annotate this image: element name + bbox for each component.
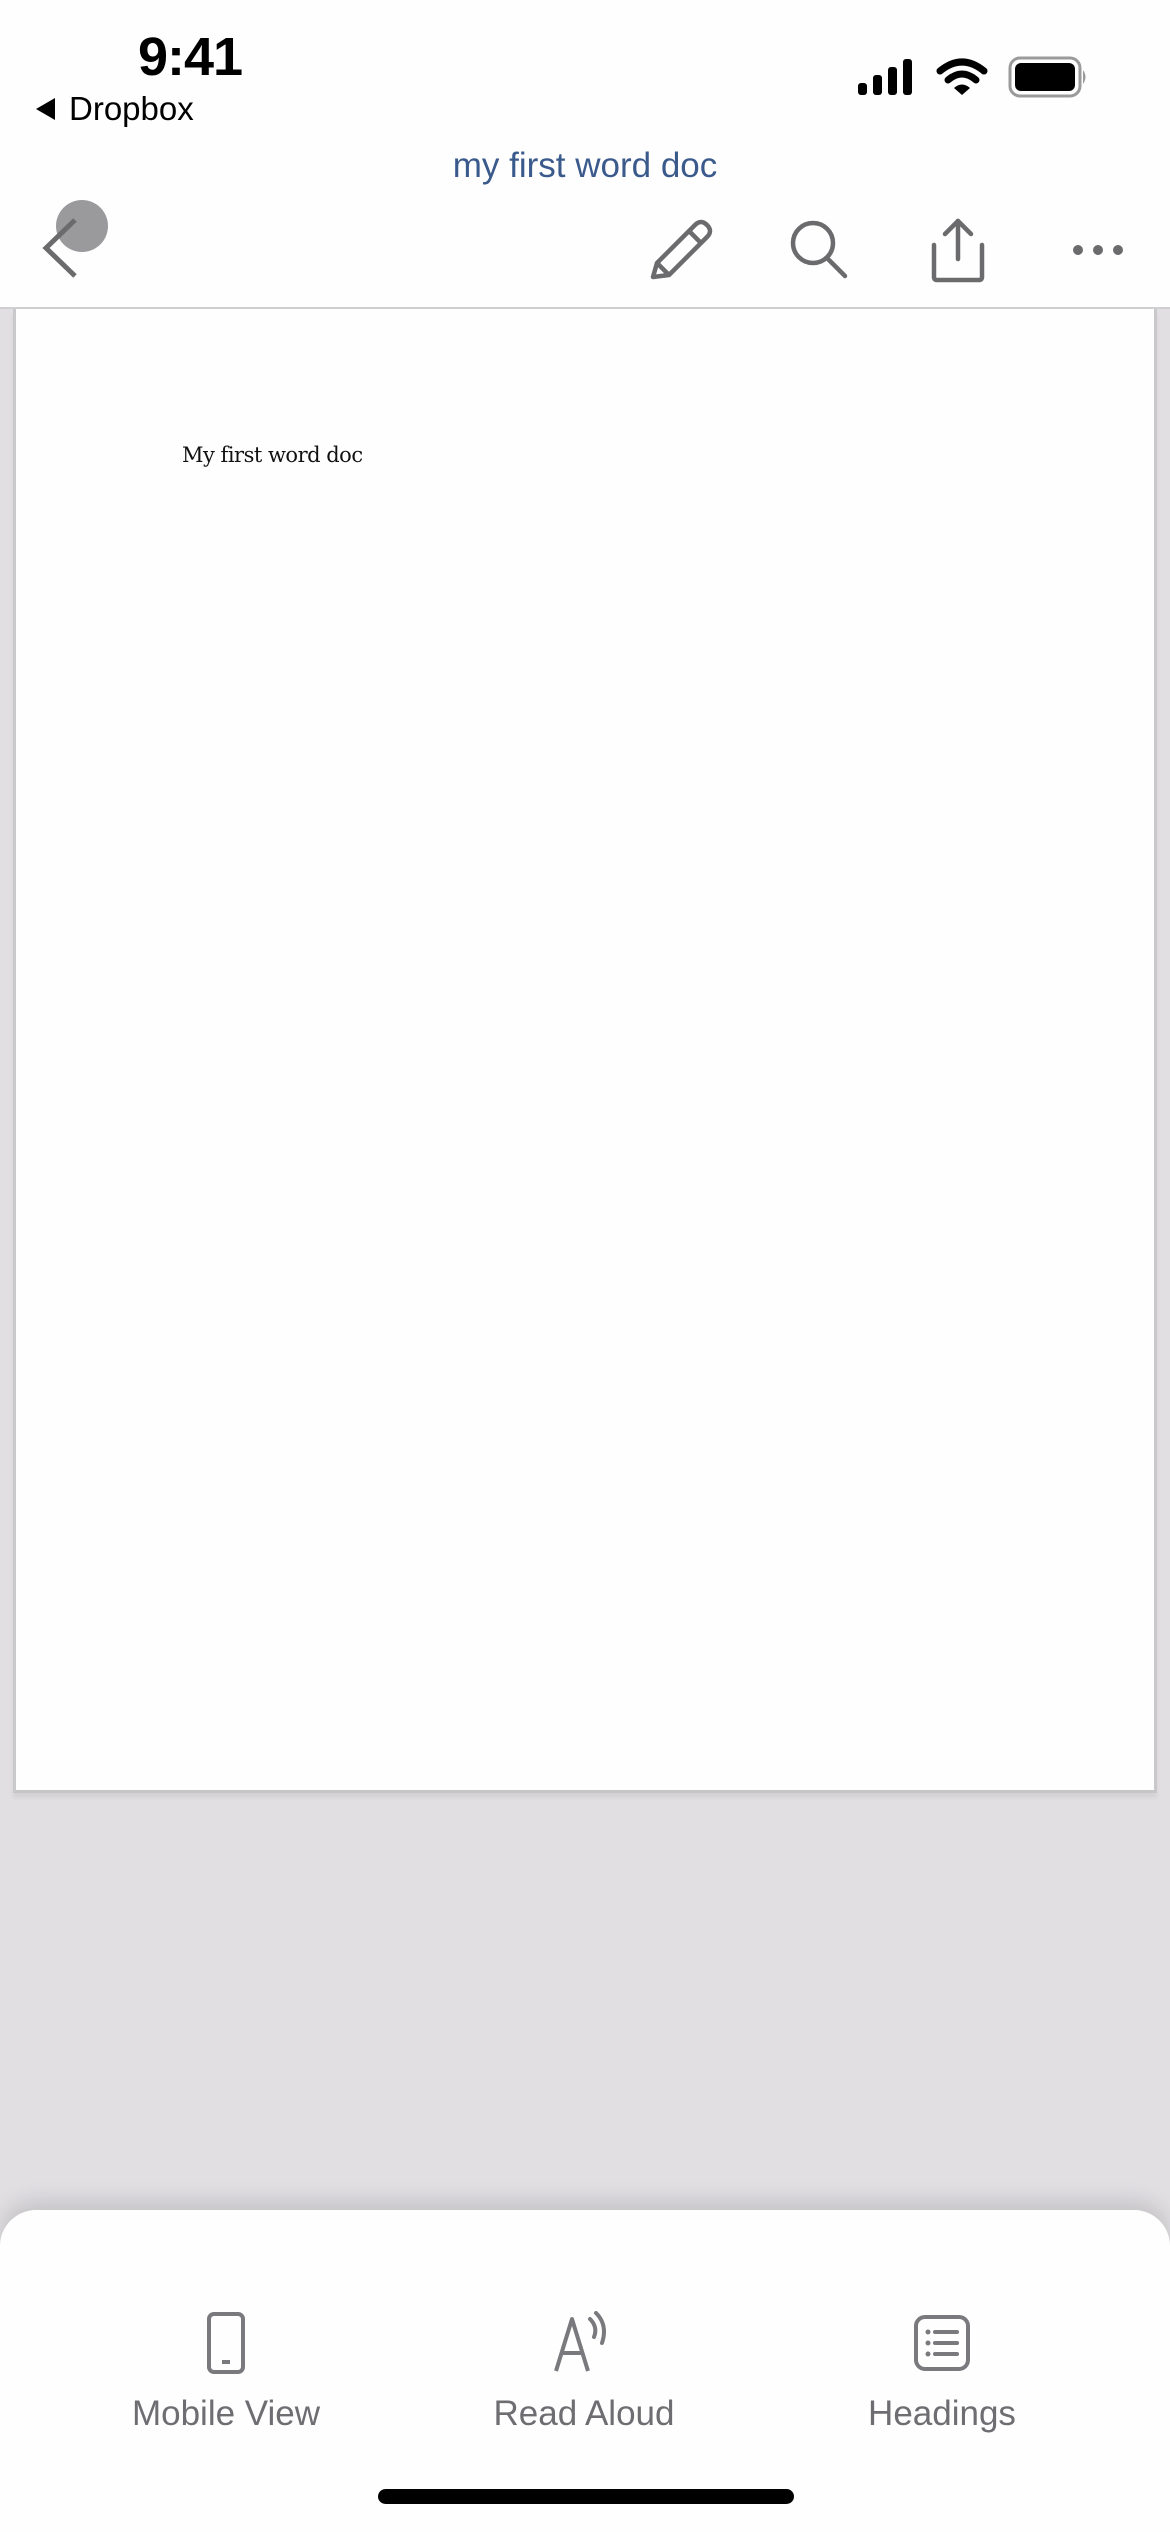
wifi-icon [936, 58, 988, 95]
more-button[interactable] [1058, 210, 1138, 290]
status-icons [856, 56, 1090, 98]
document-title: my first word doc [452, 146, 718, 185]
phone-icon [207, 2311, 245, 2374]
headings-label: Headings [868, 2394, 1016, 2433]
headings-list-icon [914, 2314, 970, 2371]
read-aloud-label: Read Aloud [493, 2394, 675, 2433]
back-to-app-link[interactable]: Dropbox [36, 90, 194, 128]
document-page[interactable]: My first word doc [13, 309, 1157, 1793]
home-indicator[interactable] [378, 2489, 794, 2504]
pencil-icon [650, 219, 713, 280]
document-body-text: My first word doc [182, 443, 363, 467]
battery-icon [1008, 56, 1086, 98]
share-button[interactable] [918, 210, 998, 290]
back-triangle-icon [36, 98, 55, 120]
search-button[interactable] [780, 210, 860, 290]
back-app-label: Dropbox [69, 90, 194, 127]
search-icon [790, 220, 848, 279]
top-bar: 9:41 Dropbox my first word doc [0, 0, 1170, 309]
mobile-view-label: Mobile View [131, 2394, 321, 2433]
status-time: 9:41 [138, 27, 243, 87]
chevron-left-icon [42, 200, 108, 278]
read-aloud-button[interactable]: Read Aloud [454, 2305, 714, 2434]
share-icon [931, 218, 985, 283]
headings-button[interactable]: Headings [812, 2305, 1072, 2434]
edit-button[interactable] [640, 210, 720, 290]
cellular-signal-icon [858, 59, 912, 95]
read-aloud-icon [554, 2310, 606, 2372]
mobile-view-button[interactable]: Mobile View [96, 2305, 356, 2434]
back-button[interactable] [30, 196, 120, 286]
bottom-sheet: Mobile View Read Aloud Headings [0, 2210, 1170, 2532]
more-icon [1073, 245, 1123, 255]
